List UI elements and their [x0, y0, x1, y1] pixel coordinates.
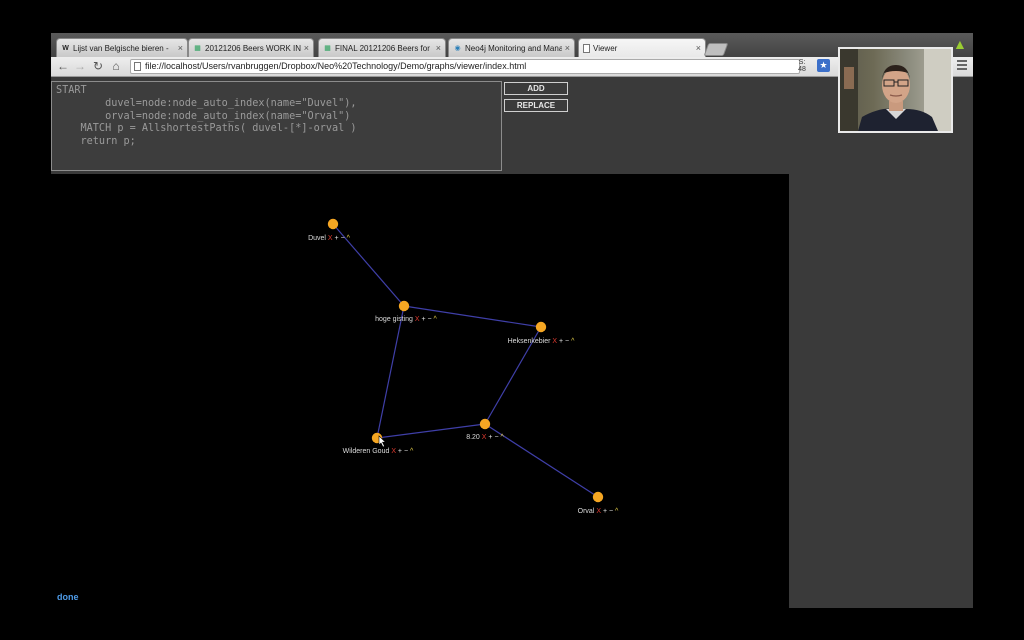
tab-3[interactable]: ▦ FINAL 20121206 Beers for × — [318, 38, 446, 57]
user-profile-icon[interactable]: ▲ — [953, 36, 967, 52]
tab-2[interactable]: ▦ 20121206 Beers WORK IN P × — [188, 38, 314, 57]
tab-5[interactable]: Viewer × — [578, 38, 706, 57]
graph-edge-hoge-wild — [376, 305, 405, 439]
graph-node-label-v820: 8.20 X + − ^ — [466, 434, 504, 441]
tab-close-icon[interactable]: × — [304, 43, 309, 53]
spreadsheet-icon: ▦ — [194, 45, 201, 52]
graph-node-v820[interactable] — [479, 418, 491, 430]
page-icon — [583, 43, 590, 53]
tab-close-icon[interactable]: × — [696, 43, 701, 53]
tab-strip: W Lijst van Belgische bieren - × ▦ 20121206… — [51, 33, 973, 57]
menu-icon[interactable] — [957, 60, 967, 72]
node-name: 8.20 — [466, 434, 482, 441]
back-icon[interactable]: ← — [56, 59, 70, 73]
replace-button[interactable]: REPLACE — [504, 99, 568, 112]
navigation-bar: ← → ↻ ⌂ file://localhost/Users/rvanbrugg… — [51, 57, 973, 77]
graph-node-hoge[interactable] — [398, 300, 410, 312]
graph-canvas[interactable]: Duvel X + − ^ hoge gisting X + − ^ Heksenk… — [51, 174, 789, 608]
up-node-icon[interactable]: ^ — [432, 316, 438, 323]
node-name: Heksenkebier — [508, 338, 553, 345]
up-node-icon[interactable]: ^ — [345, 235, 351, 242]
up-node-icon[interactable]: ^ — [569, 338, 575, 345]
home-icon[interactable]: ⌂ — [109, 59, 123, 73]
tab-close-icon[interactable]: × — [565, 43, 570, 53]
tab-4[interactable]: ◉ Neo4j Monitoring and Mana × — [448, 38, 575, 57]
forward-icon[interactable]: → — [73, 59, 87, 73]
graph-node-label-wild: Wilderen Goud X + − ^ — [343, 448, 414, 455]
new-tab-button[interactable] — [703, 43, 729, 56]
graph-node-label-heks: Heksenkebier X + − ^ — [508, 338, 575, 345]
graph-node-heks[interactable] — [535, 321, 547, 333]
neo4j-icon: ◉ — [454, 45, 461, 52]
tab-close-icon[interactable]: × — [178, 43, 183, 53]
graph-node-label-orval: Orval X + − ^ — [578, 508, 619, 515]
tab-label: 20121206 Beers WORK IN P — [205, 43, 301, 53]
tab-close-icon[interactable]: × — [436, 43, 441, 53]
address-bar[interactable]: file://localhost/Users/rvanbruggen/Dropb… — [130, 59, 867, 75]
file-icon — [134, 62, 141, 71]
url-text: file://localhost/Users/rvanbruggen/Dropb… — [145, 61, 527, 71]
webcam-overlay — [838, 47, 953, 133]
browser-window: W Lijst van Belgische bieren - × ▦ 20121206… — [51, 33, 973, 608]
up-node-icon[interactable]: ^ — [408, 448, 414, 455]
cypher-query-editor[interactable]: START duvel=node:node_auto_index(name="D… — [51, 81, 502, 171]
status-text: done — [57, 592, 79, 602]
extension-star-icon[interactable]: ★ — [817, 59, 830, 72]
node-name: hoge gisting — [375, 316, 415, 323]
up-node-icon[interactable]: ^ — [499, 434, 505, 441]
graph-node-label-duvel: Duvel X + − ^ — [308, 235, 351, 242]
node-name: Orval — [578, 508, 597, 515]
tab-label: Lijst van Belgische bieren - — [73, 43, 169, 53]
presenter-video — [840, 49, 951, 131]
tab-label: Neo4j Monitoring and Mana — [465, 43, 562, 53]
reload-icon[interactable]: ↻ — [91, 59, 105, 73]
graph-node-label-hoge: hoge gisting X + − ^ — [375, 316, 437, 323]
wikipedia-icon: W — [62, 44, 69, 52]
graph-node-duvel[interactable] — [327, 218, 339, 230]
up-node-icon[interactable]: ^ — [613, 508, 619, 515]
spreadsheet-icon: ▦ — [324, 45, 331, 52]
node-name: Duvel — [308, 235, 328, 242]
extension-badge[interactable]: S: 48 — [795, 59, 809, 73]
add-button[interactable]: ADD — [504, 82, 568, 95]
tab-label: FINAL 20121206 Beers for — [335, 43, 430, 53]
node-name: Wilderen Goud — [343, 448, 392, 455]
graph-svg[interactable]: Duvel X + − ^ hoge gisting X + − ^ Heksenk… — [51, 174, 789, 594]
graph-node-orval[interactable] — [592, 491, 604, 503]
tab-1[interactable]: W Lijst van Belgische bieren - × — [56, 38, 188, 57]
tab-label: Viewer — [593, 43, 618, 53]
